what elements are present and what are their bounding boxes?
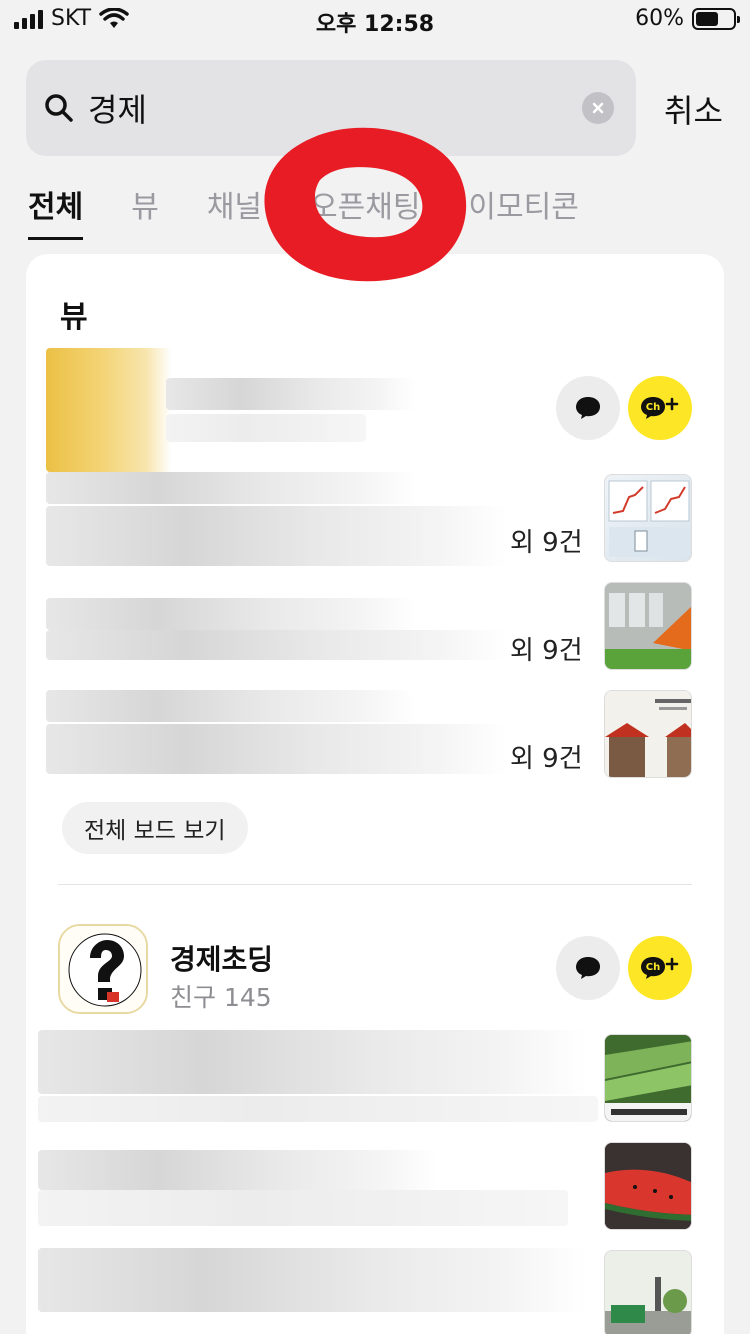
blurred-item-desc <box>46 630 506 660</box>
chat-bubble-icon <box>576 397 600 419</box>
blurred-view-thumbnail <box>46 348 171 472</box>
view-section-title: 뷰 <box>60 300 88 335</box>
ch-plus-icon: Ch <box>641 957 679 979</box>
item-thumbnail[interactable] <box>604 474 692 562</box>
item-count: 외 9건 <box>510 528 583 558</box>
chart-image-icon <box>608 480 690 557</box>
channel-avatar[interactable] <box>58 924 148 1014</box>
search-icon <box>45 94 73 122</box>
results-card: 뷰 Ch 외 9건 외 9건 외 9건 전체 보드 보기 경제초딩 친구 145… <box>26 254 724 1334</box>
search-bar[interactable]: 경제 <box>26 60 636 156</box>
blurred-view-subtitle <box>166 414 366 442</box>
blurred-post-title <box>38 1150 438 1190</box>
close-icon <box>592 102 604 114</box>
post-thumbnail[interactable] <box>604 1034 692 1122</box>
cancel-button[interactable]: 취소 <box>664 86 723 132</box>
svg-text:Ch: Ch <box>646 402 660 413</box>
blurred-item-desc <box>46 506 506 566</box>
blurred-item-title <box>46 690 416 722</box>
post-thumbnail[interactable] <box>604 1142 692 1230</box>
search-input[interactable]: 경제 <box>88 85 582 131</box>
blurred-post-desc <box>38 1096 598 1122</box>
item-thumbnail[interactable] <box>604 582 692 670</box>
post-thumbnail[interactable] <box>604 1250 692 1334</box>
blurred-item-desc <box>46 724 506 774</box>
item-count: 외 9건 <box>510 636 583 666</box>
chat-bubble-icon <box>576 957 600 979</box>
channel-friend-count: 친구 145 <box>170 983 272 1012</box>
view-all-board-button[interactable]: 전체 보드 보기 <box>62 802 248 854</box>
infographic-image-icon <box>605 691 691 777</box>
battery-icon <box>692 7 740 30</box>
battery-percent: 60% <box>635 6 684 31</box>
blurred-post-title <box>38 1248 588 1312</box>
tab-openchat[interactable]: 오픈채팅 <box>310 182 420 240</box>
blurred-post-desc <box>38 1190 568 1226</box>
ch-plus-icon: Ch <box>641 397 679 419</box>
question-mark-logo-icon <box>60 926 146 1012</box>
view-channel-add-button[interactable]: Ch <box>628 376 692 440</box>
blurred-view-title <box>166 378 416 410</box>
vegetables-image-icon <box>605 1035 691 1121</box>
tab-all[interactable]: 전체 <box>28 182 84 240</box>
status-right: 60% <box>635 6 740 31</box>
svg-text:Ch: Ch <box>646 962 660 973</box>
item-count: 외 9건 <box>510 744 583 774</box>
channel-name[interactable]: 경제초딩 <box>170 938 273 978</box>
result-tabs: 전체 뷰 채널 오픈채팅 이모티콘 <box>28 182 627 240</box>
watermelon-image-icon <box>605 1143 691 1229</box>
tab-emoticon[interactable]: 이모티콘 <box>468 182 578 240</box>
photo-image-icon <box>605 583 691 669</box>
channel-add-button[interactable]: Ch <box>628 936 692 1000</box>
street-image-icon <box>605 1251 691 1334</box>
blurred-item-title <box>46 598 416 630</box>
tab-channel[interactable]: 채널 <box>207 182 262 240</box>
item-thumbnail[interactable] <box>604 690 692 778</box>
blurred-item-title <box>46 472 416 504</box>
clear-search-button[interactable] <box>582 92 614 124</box>
view-chat-button[interactable] <box>556 376 620 440</box>
status-bar: SKT 오후 12:58 60% <box>0 0 750 40</box>
section-divider <box>58 884 692 885</box>
channel-chat-button[interactable] <box>556 936 620 1000</box>
tab-view[interactable]: 뷰 <box>131 182 159 240</box>
blurred-post-title <box>38 1030 588 1094</box>
